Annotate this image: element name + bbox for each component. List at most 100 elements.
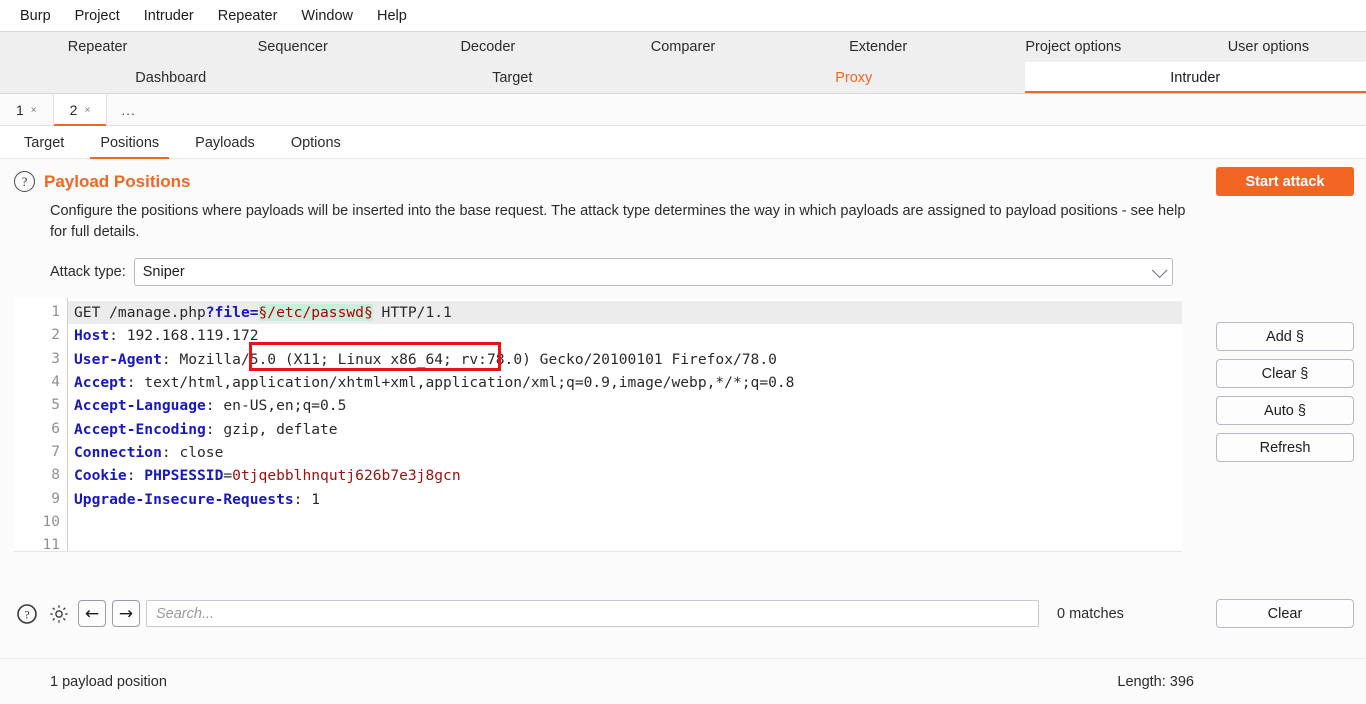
attack-tab-label: 2 [69, 102, 78, 118]
attack-tab-1[interactable]: 1 × [0, 94, 54, 126]
code-segment-header: Connection [74, 443, 162, 461]
code-segment-header: Accept-Encoding [74, 420, 206, 438]
code-segment-header: Upgrade-Insecure-Requests [74, 490, 294, 508]
search-match-count: 0 matches [1057, 605, 1124, 622]
attack-tab-label: 1 [16, 102, 24, 118]
attack-type-row: Attack type: Sniper [50, 258, 1366, 287]
help-icon[interactable]: ? [14, 171, 35, 192]
attack-type-value: Sniper [142, 264, 185, 281]
start-attack-button[interactable]: Start attack [1216, 167, 1354, 196]
add-marker-button[interactable]: Add § [1216, 322, 1354, 351]
tab-target[interactable]: Target [6, 126, 82, 159]
main-tab-intruder[interactable]: Intruder [1024, 62, 1366, 94]
line-number: 9 [51, 490, 60, 507]
section-header: ? Payload Positions [0, 159, 1366, 192]
status-bar: 1 payload position Length: 396 [0, 658, 1366, 704]
code-segment-plain: GET /manage.php [74, 304, 206, 322]
tab-positions[interactable]: Positions [82, 126, 177, 159]
line-number: 5 [51, 397, 60, 414]
code-segment-plain: : Mozilla/5.0 (X11; Linux x86_64; rv:78.… [161, 350, 777, 368]
attack-tab-bar: 1 × 2 ×... [0, 94, 1366, 126]
search-help-icon[interactable]: ? [14, 601, 40, 627]
close-icon[interactable]: × [31, 105, 37, 116]
clear-markers-button[interactable]: Clear § [1216, 359, 1354, 388]
code-segment-plain: = [223, 467, 233, 485]
section-description: Configure the positions where payloads w… [50, 203, 1186, 240]
search-bar: ? ← → Search... 0 matches [14, 599, 1182, 628]
menu-item-intruder[interactable]: Intruder [132, 4, 206, 28]
payload-position-count: 1 payload position [50, 673, 167, 690]
code-line[interactable]: Accept-Language: en-US,en;q=0.5 [68, 394, 1182, 417]
request-editor[interactable]: 1 2 3 4 5 6 7 8 9 10 11 GET /manage.php?file=§/etc… [14, 298, 1182, 553]
code-line[interactable]: Upgrade-Insecure-Requests: 1 [68, 488, 1182, 511]
code-segment-plain: : [126, 467, 145, 485]
request-code[interactable]: GET /manage.php?file=§/etc/passwd§ HTTP/… [68, 298, 1182, 552]
main-tab-target[interactable]: Target [342, 62, 684, 94]
attack-type-label: Attack type: [50, 264, 126, 281]
menu-item-burp[interactable]: Burp [8, 4, 63, 28]
main-tab-row-primary: Dashboard Target Proxy Intruder [0, 62, 1366, 94]
clear-search-button[interactable]: Clear [1216, 599, 1354, 628]
code-segment-plain: HTTP/1.1 [372, 304, 452, 322]
main-tab-user-options[interactable]: User options [1171, 32, 1366, 62]
code-line[interactable]: Connection: close [68, 441, 1182, 464]
code-segment-plain: : close [161, 443, 224, 461]
main-tab-proxy[interactable]: Proxy [683, 62, 1025, 94]
code-segment-header: PHPSESSID [144, 467, 224, 485]
main-tab-repeater[interactable]: Repeater [0, 32, 195, 62]
menu-item-project[interactable]: Project [63, 4, 132, 28]
code-segment-header: Host [74, 327, 110, 345]
code-segment-plain: : gzip, deflate [205, 420, 338, 438]
main-tab-project-options[interactable]: Project options [976, 32, 1171, 62]
code-line[interactable]: Accept-Encoding: gzip, deflate [68, 418, 1182, 441]
main-tab-comparer[interactable]: Comparer [585, 32, 780, 62]
main-tab-decoder[interactable]: Decoder [390, 32, 585, 62]
code-line[interactable]: GET /manage.php?file=§/etc/passwd§ HTTP/… [68, 301, 1182, 325]
main-tab-dashboard[interactable]: Dashboard [0, 62, 342, 94]
menu-item-window[interactable]: Window [289, 4, 365, 28]
tab-payloads[interactable]: Payloads [177, 126, 273, 159]
menu-bar: Burp Project Intruder Repeater Window Help [0, 0, 1366, 31]
payload-marker-buttons: Add § Clear § Auto § Refresh [1216, 322, 1354, 462]
svg-text:?: ? [24, 607, 29, 621]
code-segment-cookievalue: 0tjqebblhnqutj626b7e3j8gcn [232, 467, 461, 485]
positions-panel: ? Payload Positions Configure the positi… [0, 159, 1366, 682]
code-segment-payload: §/etc/passwd§ [258, 304, 373, 322]
attack-type-select[interactable]: Sniper [133, 258, 1173, 287]
line-number: 1 [51, 304, 60, 321]
line-number: 10 [42, 513, 60, 530]
page-title: Payload Positions [44, 171, 191, 191]
menu-item-help[interactable]: Help [365, 4, 419, 28]
code-segment-header: User-Agent [74, 350, 162, 368]
main-tab-row-secondary: Repeater Sequencer Decoder Comparer Extender… [0, 31, 1366, 62]
attack-tab-2[interactable]: 2 × [53, 94, 108, 126]
close-icon[interactable]: × [84, 105, 90, 116]
attack-tab-label: ... [121, 102, 136, 118]
menu-item-repeater[interactable]: Repeater [206, 4, 290, 28]
auto-markers-button[interactable]: Auto § [1216, 396, 1354, 425]
search-prev-button[interactable]: ← [78, 600, 106, 627]
code-line[interactable] [68, 511, 1182, 534]
search-input[interactable]: Search... [146, 600, 1039, 627]
main-tab-sequencer[interactable]: Sequencer [195, 32, 390, 62]
code-line[interactable]: Cookie: PHPSESSID=0tjqebblhnqutj626b7e3j… [68, 464, 1182, 487]
line-number-gutter: 1 2 3 4 5 6 7 8 9 10 11 [14, 298, 68, 553]
search-next-button[interactable]: → [112, 600, 140, 627]
request-length: Length: 396 [1117, 673, 1194, 690]
code-line[interactable]: Host: 192.168.119.172 [68, 324, 1182, 347]
code-line[interactable]: Accept: text/html,application/xhtml+xml,… [68, 371, 1182, 394]
main-tab-row-primary-wrap: Dashboard Target Proxy Intruder [0, 62, 1366, 94]
code-line[interactable]: User-Agent: Mozilla/5.0 (X11; Linux x86_… [68, 348, 1182, 371]
attack-tab-more[interactable]: ... [107, 94, 150, 126]
code-segment-header: Accept [74, 374, 127, 392]
main-tab-extender[interactable]: Extender [781, 32, 976, 62]
code-segment-header: Cookie [74, 467, 127, 485]
refresh-button[interactable]: Refresh [1216, 433, 1354, 462]
code-line[interactable] [68, 534, 1182, 551]
line-number: 6 [51, 420, 60, 437]
line-number: 8 [51, 467, 60, 484]
line-number: 11 [42, 537, 60, 554]
line-number: 3 [51, 350, 60, 367]
gear-icon[interactable] [46, 601, 72, 627]
tab-options[interactable]: Options [273, 126, 359, 159]
